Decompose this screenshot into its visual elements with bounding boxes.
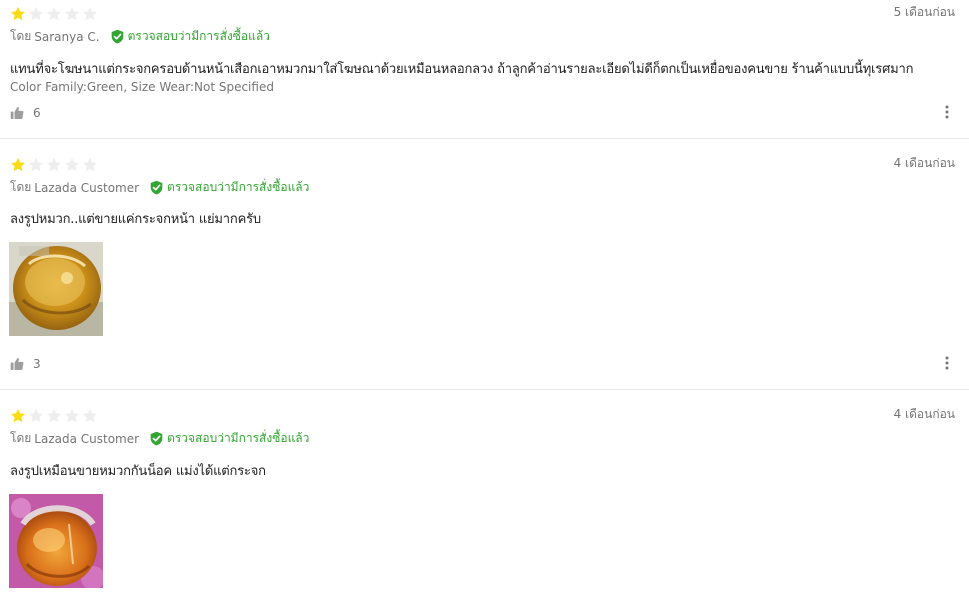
author-row: โดย Lazada Customer ตรวจสอบว่ามีการสั่งซ… xyxy=(10,178,309,197)
review-item: 4 เดือนก่อน โดย Lazada Customer ตรวจสอบว… xyxy=(0,402,969,599)
author-name: Lazada Customer xyxy=(34,431,140,446)
review-item: 4 เดือนก่อน โดย Lazada Customer ตรวจสอบว… xyxy=(0,151,969,389)
star-icon xyxy=(11,157,25,172)
star-icon xyxy=(65,6,79,21)
by-label: โดย xyxy=(10,29,32,43)
star-icon xyxy=(65,157,79,172)
star-icon xyxy=(65,408,79,423)
review-date: 5 เดือนก่อน xyxy=(893,5,955,19)
star-icon xyxy=(83,408,97,423)
like-count: 6 xyxy=(33,106,41,120)
star-icon xyxy=(47,157,61,172)
review-content: ลงรูปเหมือนขายหมวกกันน็อค แม่งได้แต่กระจ… xyxy=(10,464,266,479)
like-button[interactable]: 6 xyxy=(10,106,41,120)
verified-purchase-label: ตรวจสอบว่ามีการสั่งซื้อแล้ว xyxy=(127,29,270,43)
review-divider xyxy=(0,389,969,390)
star-icon xyxy=(29,6,43,21)
helmet-visor-photo xyxy=(9,242,103,336)
star-icon xyxy=(29,408,43,423)
review-content: ลงรูปหมวก..แต่ขายแค่กระจกหน้า แย่มากครับ xyxy=(10,212,261,227)
star-icon xyxy=(11,408,25,423)
star-icon xyxy=(83,6,97,21)
review-date: 4 เดือนก่อน xyxy=(893,407,955,421)
more-options-button[interactable] xyxy=(942,356,952,370)
verified-purchase-label: ตรวจสอบว่ามีการสั่งซื้อแล้ว xyxy=(167,431,310,445)
more-options-button[interactable] xyxy=(942,105,952,119)
rating-stars xyxy=(10,408,98,424)
more-vertical-icon xyxy=(945,356,949,370)
author-row: โดย Lazada Customer ตรวจสอบว่ามีการสั่งซ… xyxy=(10,429,309,448)
review-sku-info: Color Family:Green, Size Wear:Not Specif… xyxy=(10,80,274,94)
author-name: Saranya C. xyxy=(34,29,100,44)
star-icon xyxy=(47,408,61,423)
review-item: 5 เดือนก่อน โดย Saranya C. ตรวจสอบว่ามีก… xyxy=(0,0,969,138)
review-photo[interactable] xyxy=(9,242,103,336)
rating-stars xyxy=(10,157,98,173)
like-count: 3 xyxy=(33,357,41,371)
verified-icon xyxy=(111,29,123,44)
review-date: 4 เดือนก่อน xyxy=(893,156,955,170)
review-photo[interactable] xyxy=(9,494,103,588)
more-vertical-icon xyxy=(945,105,949,119)
author-row: โดย Saranya C. ตรวจสอบว่ามีการสั่งซื้อแล… xyxy=(10,27,270,46)
author-name: Lazada Customer xyxy=(34,180,140,195)
star-icon xyxy=(83,157,97,172)
thumbs-up-icon xyxy=(10,358,24,370)
verified-purchase-label: ตรวจสอบว่ามีการสั่งซื้อแล้ว xyxy=(167,180,310,194)
thumbs-up-icon xyxy=(10,107,24,119)
rating-stars xyxy=(10,6,98,22)
by-label: โดย xyxy=(10,431,32,445)
star-icon xyxy=(11,6,25,21)
star-icon xyxy=(29,157,43,172)
star-icon xyxy=(47,6,61,21)
helmet-photo xyxy=(9,494,103,588)
like-button[interactable]: 3 xyxy=(10,357,41,371)
verified-icon xyxy=(150,431,163,446)
review-content: แทนที่จะโฆษนาแต่กระจกครอบด้านหน้าเสือกเอ… xyxy=(10,62,914,77)
verified-icon xyxy=(150,180,163,195)
by-label: โดย xyxy=(10,180,32,194)
review-divider xyxy=(0,138,969,139)
